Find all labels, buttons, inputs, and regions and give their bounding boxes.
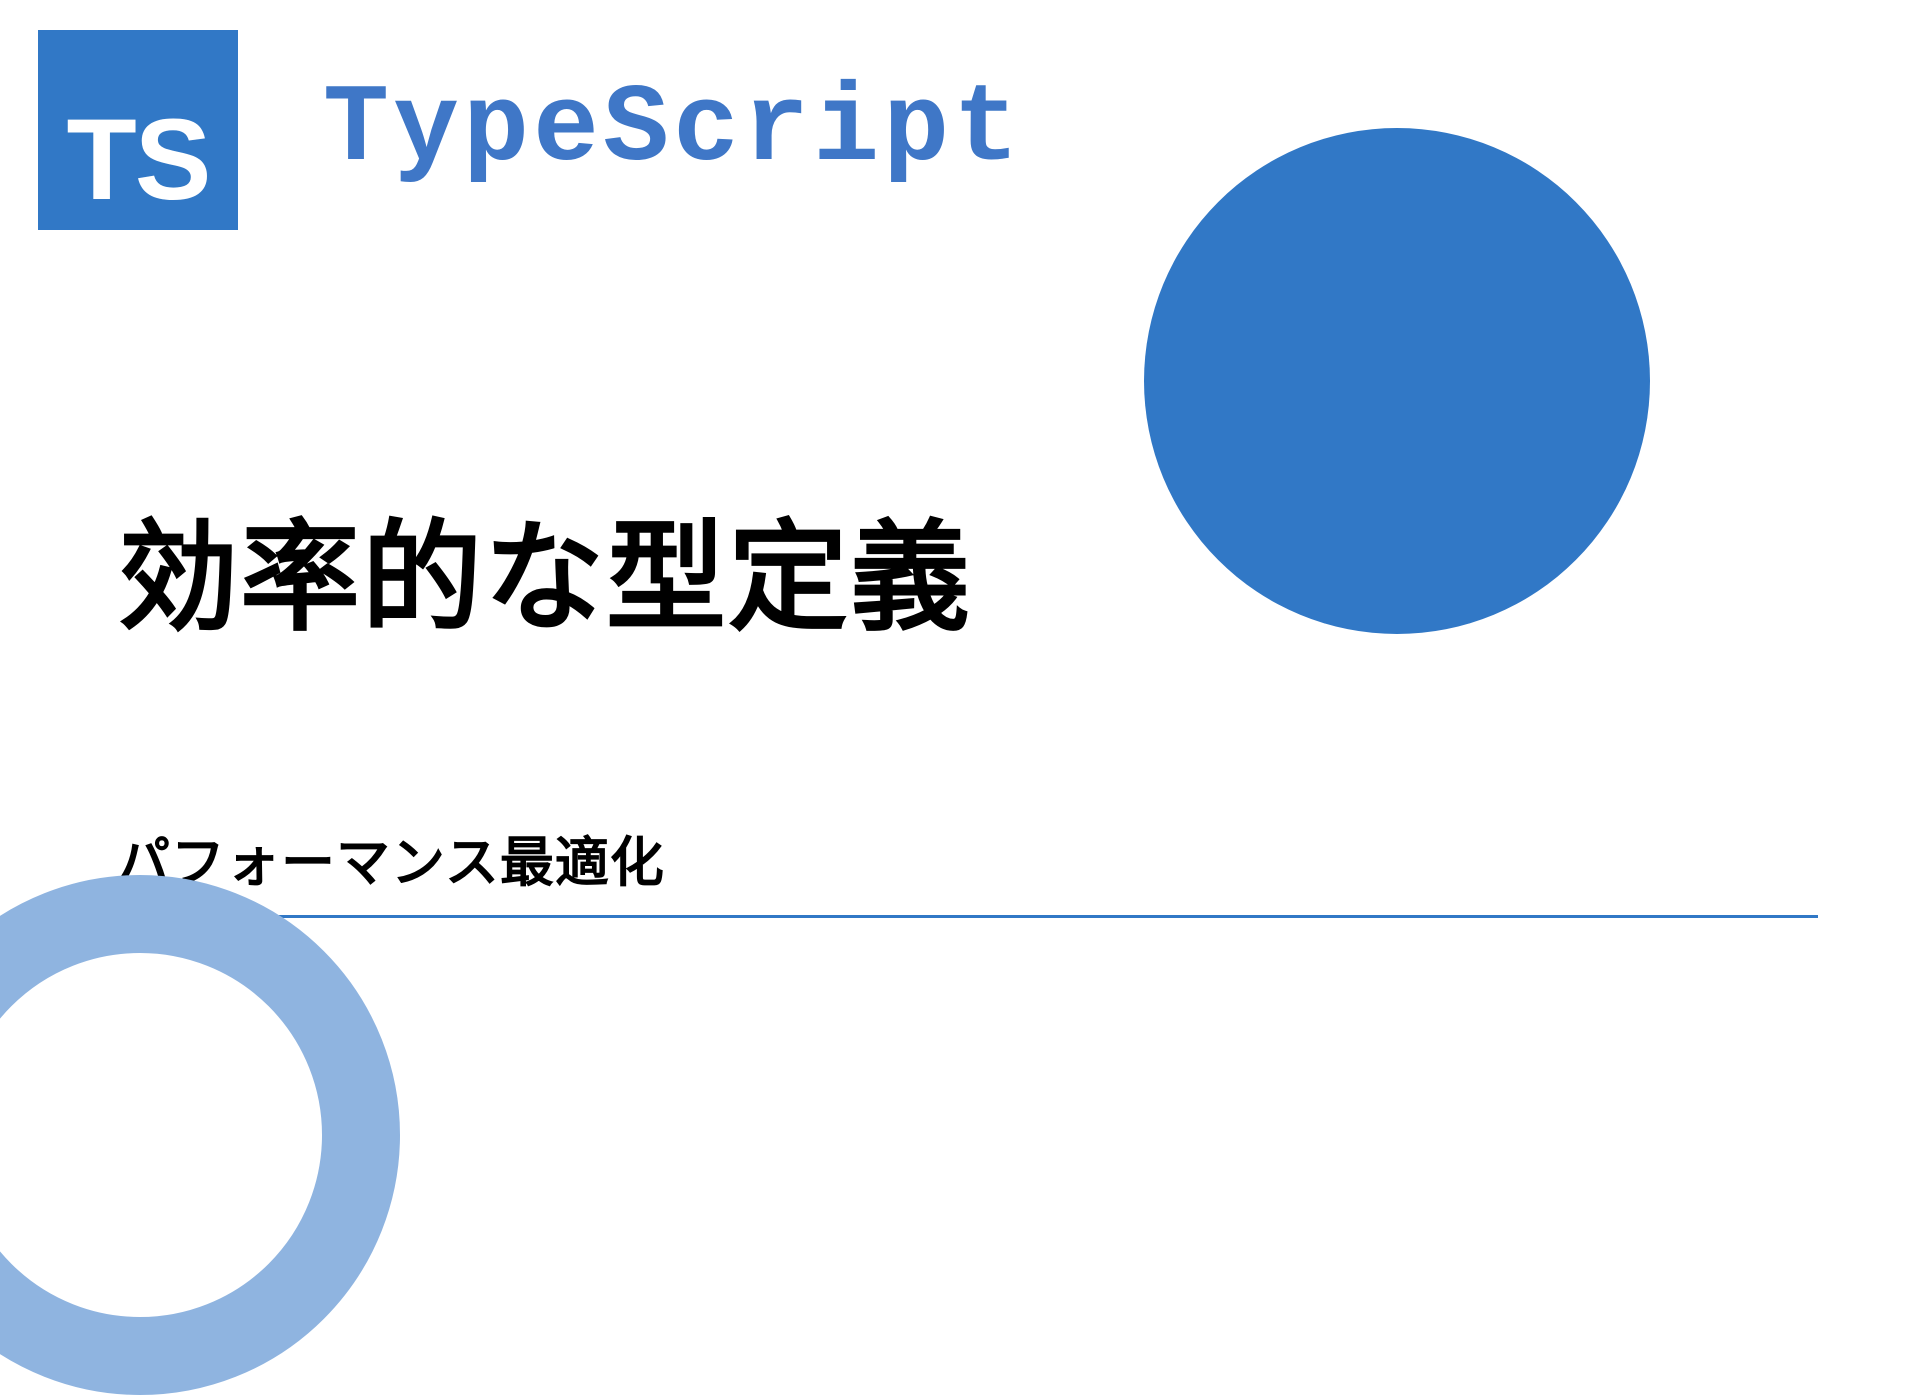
decorative-circle-solid <box>1144 128 1650 634</box>
divider-line <box>116 915 1818 918</box>
logo-container: TS TypeScript <box>38 30 1023 230</box>
subtitle-area: パフォーマンス最適化 <box>116 818 1818 918</box>
slide-subtitle: パフォーマンス最適化 <box>116 818 1818 915</box>
typescript-logo-badge: TS <box>38 30 238 230</box>
brand-name: TypeScript <box>323 68 1023 193</box>
slide-title: 効率的な型定義 <box>118 480 972 654</box>
logo-badge-text: TS <box>67 103 210 218</box>
decorative-ring <box>0 875 400 1395</box>
